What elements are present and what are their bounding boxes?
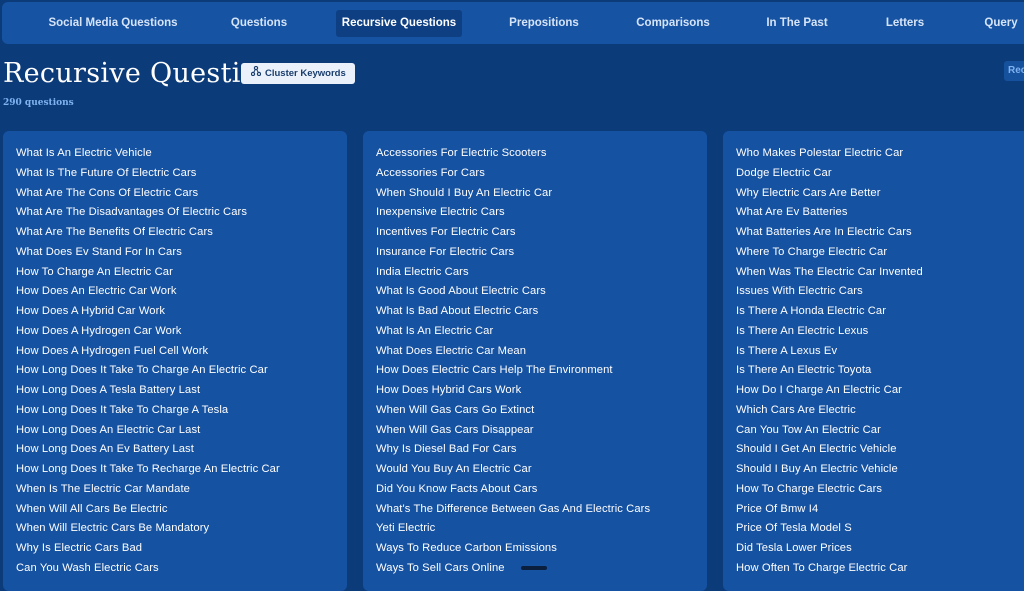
- question-item[interactable]: How Long Does An Electric Car Last: [16, 421, 347, 441]
- question-item[interactable]: Did Tesla Lower Prices: [736, 539, 1024, 559]
- question-item[interactable]: Insurance For Electric Cars: [376, 243, 707, 263]
- question-item[interactable]: What Are The Benefits Of Electric Cars: [16, 223, 347, 243]
- tab-query[interactable]: Query: [972, 10, 1024, 37]
- question-item[interactable]: How To Charge An Electric Car: [16, 263, 347, 283]
- question-count: 290 questions: [3, 98, 74, 108]
- tab-questions[interactable]: Questions: [216, 10, 302, 37]
- question-item[interactable]: What Is An Electric Vehicle: [16, 144, 347, 164]
- question-item[interactable]: What Does Electric Car Mean: [376, 342, 707, 362]
- question-item[interactable]: Should I Get An Electric Vehicle: [736, 440, 1024, 460]
- question-item[interactable]: Would You Buy An Electric Car: [376, 460, 707, 480]
- question-item[interactable]: How Does A Hydrogen Fuel Cell Work: [16, 342, 347, 362]
- question-item[interactable]: What Are The Disadvantages Of Electric C…: [16, 203, 347, 223]
- tab-social-media-questions[interactable]: Social Media Questions: [38, 10, 188, 37]
- question-item[interactable]: Is There A Honda Electric Car: [736, 302, 1024, 322]
- question-item[interactable]: How Does A Hybrid Car Work: [16, 302, 347, 322]
- question-item[interactable]: How Long Does A Tesla Battery Last: [16, 381, 347, 401]
- question-item[interactable]: Price Of Tesla Model S: [736, 519, 1024, 539]
- question-item[interactable]: How Does Electric Cars Help The Environm…: [376, 361, 707, 381]
- question-item[interactable]: Who Makes Polestar Electric Car: [736, 144, 1024, 164]
- top-nav: Social Media Questions Questions Recursi…: [2, 2, 1024, 44]
- question-item[interactable]: How Do I Charge An Electric Car: [736, 381, 1024, 401]
- question-item[interactable]: What Is An Electric Car: [376, 322, 707, 342]
- tab-letters[interactable]: Letters: [874, 10, 936, 37]
- question-item[interactable]: Accessories For Electric Scooters: [376, 144, 707, 164]
- tab-prepositions[interactable]: Prepositions: [498, 10, 590, 37]
- questions-list: What Is An Electric Vehicle What Is The F…: [3, 131, 347, 579]
- tab-recursive-questions[interactable]: Recursive Questions: [336, 10, 462, 37]
- questions-column-3: Who Makes Polestar Electric Car Dodge Ele…: [723, 131, 1024, 591]
- tab-comparisons[interactable]: Comparisons: [626, 10, 720, 37]
- question-item[interactable]: Dodge Electric Car: [736, 164, 1024, 184]
- question-item[interactable]: How To Charge Electric Cars: [736, 480, 1024, 500]
- question-item[interactable]: Yeti Electric: [376, 519, 707, 539]
- question-item[interactable]: When Will Gas Cars Disappear: [376, 421, 707, 441]
- question-item[interactable]: Should I Buy An Electric Vehicle: [736, 460, 1024, 480]
- question-item[interactable]: Price Of Bmw I4: [736, 500, 1024, 520]
- cluster-keywords-button[interactable]: Cluster Keywords: [241, 63, 355, 84]
- question-item[interactable]: India Electric Cars: [376, 263, 707, 283]
- question-item[interactable]: Where To Charge Electric Car: [736, 243, 1024, 263]
- question-item[interactable]: When Will Gas Cars Go Extinct: [376, 401, 707, 421]
- questions-column-1: What Is An Electric Vehicle What Is The F…: [3, 131, 347, 591]
- question-item[interactable]: When Will Electric Cars Be Mandatory: [16, 519, 347, 539]
- question-item[interactable]: When Is The Electric Car Mandate: [16, 480, 347, 500]
- question-item[interactable]: What Does Ev Stand For In Cars: [16, 243, 347, 263]
- question-item[interactable]: When Was The Electric Car Invented: [736, 263, 1024, 283]
- question-item[interactable]: How Long Does It Take To Charge An Elect…: [16, 361, 347, 381]
- question-item[interactable]: How Often To Charge Electric Car: [736, 559, 1024, 579]
- question-item[interactable]: How Does A Hydrogen Car Work: [16, 322, 347, 342]
- right-tag-button[interactable]: Rec: [1004, 61, 1024, 81]
- question-item[interactable]: How Long Does It Take To Recharge An Ele…: [16, 460, 347, 480]
- question-item[interactable]: How Does Hybrid Cars Work: [376, 381, 707, 401]
- question-item[interactable]: What Is Good About Electric Cars: [376, 282, 707, 302]
- question-item[interactable]: What Is Bad About Electric Cars: [376, 302, 707, 322]
- question-item[interactable]: Can You Wash Electric Cars: [16, 559, 347, 579]
- question-item[interactable]: Did You Know Facts About Cars: [376, 480, 707, 500]
- question-item[interactable]: Can You Tow An Electric Car: [736, 421, 1024, 441]
- question-item[interactable]: Why Is Electric Cars Bad: [16, 539, 347, 559]
- question-item[interactable]: Is There An Electric Toyota: [736, 361, 1024, 381]
- cluster-keywords-label: Cluster Keywords: [265, 68, 346, 80]
- question-item[interactable]: Accessories For Cars: [376, 164, 707, 184]
- question-item[interactable]: Ways To Reduce Carbon Emissions: [376, 539, 707, 559]
- question-item[interactable]: When Will All Cars Be Electric: [16, 500, 347, 520]
- question-item[interactable]: What Is The Future Of Electric Cars: [16, 164, 347, 184]
- question-item[interactable]: Issues With Electric Cars: [736, 282, 1024, 302]
- questions-list: Who Makes Polestar Electric Car Dodge Ele…: [723, 131, 1024, 579]
- question-item[interactable]: When Should I Buy An Electric Car: [376, 184, 707, 204]
- question-item[interactable]: What Batteries Are In Electric Cars: [736, 223, 1024, 243]
- question-item[interactable]: Why Electric Cars Are Better: [736, 184, 1024, 204]
- question-item[interactable]: Is There An Electric Lexus: [736, 322, 1024, 342]
- question-item[interactable]: What's The Difference Between Gas And El…: [376, 500, 707, 520]
- tab-in-the-past[interactable]: In The Past: [756, 10, 838, 37]
- question-item[interactable]: How Long Does An Ev Battery Last: [16, 440, 347, 460]
- question-item[interactable]: Incentives For Electric Cars: [376, 223, 707, 243]
- question-item[interactable]: What Are Ev Batteries: [736, 203, 1024, 223]
- question-item[interactable]: How Does An Electric Car Work: [16, 282, 347, 302]
- question-item[interactable]: How Long Does It Take To Charge A Tesla: [16, 401, 347, 421]
- question-item[interactable]: Inexpensive Electric Cars: [376, 203, 707, 223]
- question-item[interactable]: Why Is Diesel Bad For Cars: [376, 440, 707, 460]
- scroll-indicator[interactable]: [521, 566, 547, 570]
- cluster-icon: [250, 63, 262, 84]
- question-item[interactable]: Is There A Lexus Ev: [736, 342, 1024, 362]
- question-item[interactable]: Which Cars Are Electric: [736, 401, 1024, 421]
- questions-column-2: Accessories For Electric Scooters Accesso…: [363, 131, 707, 591]
- question-item[interactable]: What Are The Cons Of Electric Cars: [16, 184, 347, 204]
- questions-list: Accessories For Electric Scooters Accesso…: [363, 131, 707, 579]
